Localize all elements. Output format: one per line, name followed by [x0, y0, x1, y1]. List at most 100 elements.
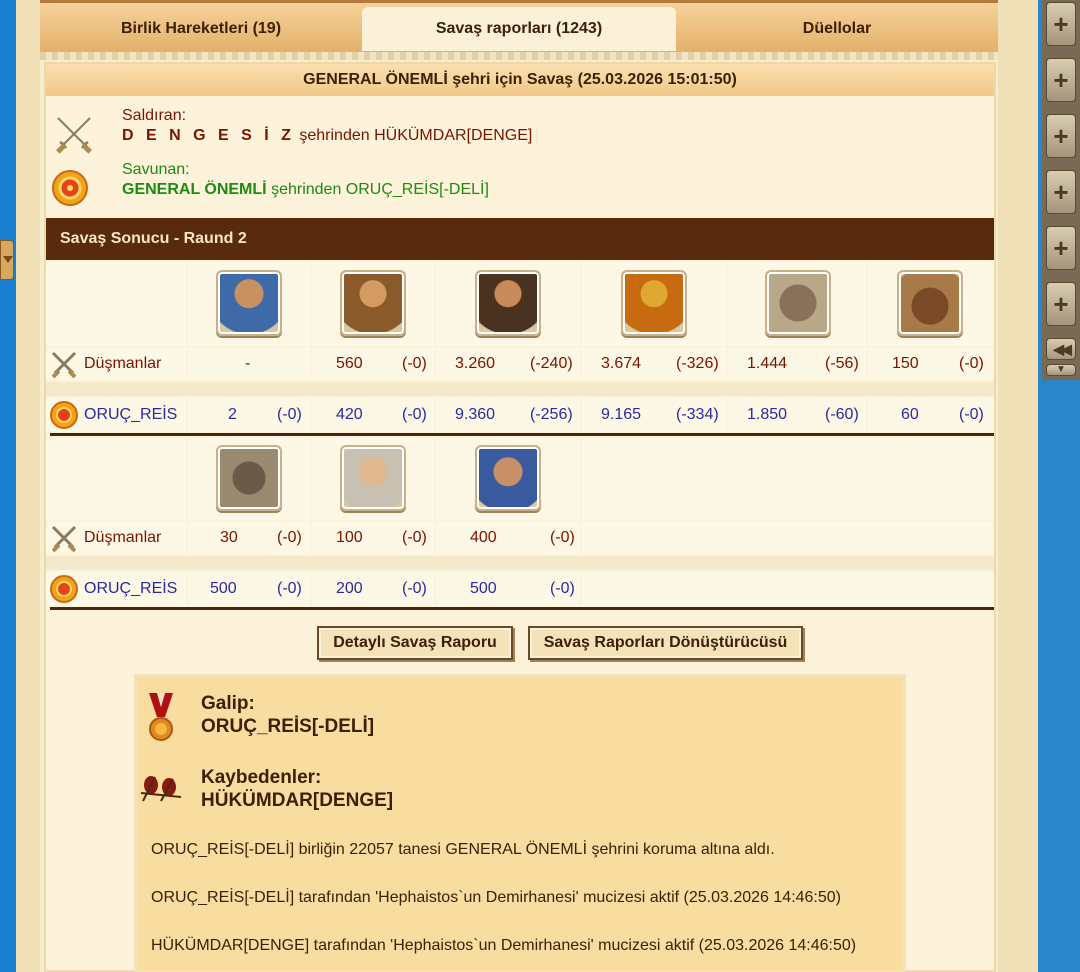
own-count: 500	[470, 580, 497, 597]
shield-icon	[50, 401, 78, 429]
summary-line: ORUÇ_REİS[-DELİ] birliğin 22057 tanesi G…	[151, 841, 775, 858]
shield-icon	[52, 170, 88, 206]
own-row-2: ORUÇ_REİS 500 (-0) 200 (-0) 500 (-0)	[46, 572, 994, 606]
enemy-count: 100	[336, 529, 363, 546]
plus-icon[interactable]: +	[1046, 226, 1076, 270]
report-title: GENERAL ÖNEMLİ şehri için Savaş (25.03.2…	[46, 64, 994, 96]
enemy-count: 400	[470, 529, 497, 546]
plus-icon[interactable]: +	[1046, 58, 1076, 102]
fallen-soldiers-icon	[140, 776, 182, 802]
enemy-loss: (-0)	[402, 355, 427, 372]
siege-tower-unit-icon[interactable]	[216, 445, 282, 511]
crossed-swords-icon	[56, 117, 92, 154]
enemy-loss: (-0)	[550, 529, 575, 546]
own-loss: (-0)	[402, 580, 427, 597]
own-loss: (-60)	[825, 406, 859, 423]
defender-city-link[interactable]: GENERAL ÖNEMLİ	[122, 181, 267, 198]
hoplite-unit-icon[interactable]	[621, 270, 687, 336]
chariot-unit-icon[interactable]	[765, 270, 831, 336]
plus-icon[interactable]: +	[1046, 2, 1076, 46]
own-label: ORUÇ_REİS	[84, 406, 178, 423]
attacker-info: Saldıran: D E N G E S İ Z şehrinden HÜKÜ…	[46, 104, 994, 158]
left-collapse-tab[interactable]	[0, 240, 14, 280]
plus-icon[interactable]: +	[1046, 282, 1076, 326]
defender-role-label: Savunan:	[122, 161, 190, 178]
crossed-swords-icon	[51, 351, 77, 379]
attacker-city-suffix: şehrinden	[299, 127, 370, 144]
left-frame	[0, 0, 40, 972]
medal-icon	[149, 693, 173, 741]
plus-icon[interactable]: +	[1046, 114, 1076, 158]
swordsman-unit-icon[interactable]	[475, 270, 541, 336]
enemy-loss: (-56)	[825, 355, 859, 372]
own-loss: (-256)	[530, 406, 573, 423]
report-converter-button[interactable]: Savaş Raporları Dönüştürücüsü	[528, 626, 803, 660]
losers-label: Kaybedenler:	[201, 767, 322, 788]
battle-result-header: Savaş Sonucu - Raund 2	[46, 218, 994, 260]
enemy-label: Düşmanlar	[84, 355, 162, 372]
cook-unit-icon[interactable]	[475, 445, 541, 511]
own-loss: (-0)	[402, 406, 427, 423]
own-loss: (-0)	[550, 580, 575, 597]
loser-name[interactable]: HÜKÜMDAR[DENGE]	[201, 790, 393, 812]
hoplite-horn-unit-icon[interactable]	[340, 270, 406, 336]
enemy-row-1: Düşmanlar - 560 (-0) 3.260 (-240) 3.674 …	[46, 348, 994, 380]
plus-icon[interactable]: +	[1046, 170, 1076, 214]
detailed-report-button[interactable]: Detaylı Savaş Raporu	[317, 626, 513, 660]
double-chevron-left-icon[interactable]: ◀◀	[1046, 338, 1076, 360]
catapult-unit-icon[interactable]	[897, 270, 963, 336]
attacker-player-link[interactable]: HÜKÜMDAR[DENGE]	[374, 127, 532, 144]
tab-duels[interactable]: Düellolar	[676, 7, 998, 51]
enemy-count: 1.444	[747, 355, 788, 372]
own-loss: (-0)	[277, 580, 302, 597]
divider	[50, 607, 994, 610]
attacker-city-link[interactable]: D E N G E S İ Z	[122, 127, 295, 144]
shield-icon	[50, 575, 78, 603]
enemy-loss: (-0)	[402, 529, 427, 546]
enemy-count: -	[245, 355, 251, 372]
own-count: 420	[336, 406, 363, 423]
philosopher-unit-icon[interactable]	[340, 445, 406, 511]
enemy-loss: (-240)	[530, 355, 573, 372]
own-loss: (-334)	[676, 406, 719, 423]
own-count: 2	[228, 406, 237, 423]
defender-player-link[interactable]: ORUÇ_REİS[-DELİ]	[346, 181, 489, 198]
defender-line: GENERAL ÖNEMLİ şehrinden ORUÇ_REİS[-DELİ…	[122, 181, 489, 199]
own-loss: (-0)	[959, 406, 984, 423]
winner-name[interactable]: ORUÇ_REİS[-DELİ]	[201, 716, 374, 738]
enemy-row-2: Düşmanlar 30 (-0) 100 (-0) 400 (-0)	[46, 522, 994, 554]
chevron-down-icon[interactable]: ▼	[1046, 364, 1076, 376]
divider	[50, 433, 994, 436]
own-count: 500	[210, 580, 237, 597]
summary-line: HÜKÜMDAR[DENGE] tarafından 'Hephaistos`u…	[151, 937, 857, 954]
enemy-count: 3.260	[455, 355, 496, 372]
own-row-1: ORUÇ_REİS 2 (-0) 420 (-0) 9.360 (-256) 9…	[46, 398, 994, 432]
attacker-role-label: Saldıran:	[122, 107, 187, 124]
side-buttons: + + + + + + ◀◀ ▼	[1042, 0, 1080, 380]
enemy-count: 150	[892, 355, 919, 372]
own-loss: (-0)	[277, 406, 302, 423]
decorative-border	[40, 52, 998, 60]
enemy-count: 560	[336, 355, 363, 372]
enemy-loss: (-326)	[676, 355, 719, 372]
own-count: 200	[336, 580, 363, 597]
enemy-label: Düşmanlar	[84, 529, 162, 546]
unit-images-row-1	[46, 262, 994, 346]
unit-images-row-2	[46, 438, 994, 520]
defender-info: Savunan: GENERAL ÖNEMLİ şehrinden ORUÇ_R…	[46, 158, 994, 212]
enemy-count: 3.674	[601, 355, 642, 372]
own-count: 9.360	[455, 406, 496, 423]
tab-battle-reports[interactable]: Savaş raporları (1243)	[362, 7, 676, 51]
enemy-loss: (-0)	[959, 355, 984, 372]
battle-summary: Galip: ORUÇ_REİS[-DELİ] Kaybedenler: HÜK…	[134, 674, 906, 972]
own-count: 9.165	[601, 406, 642, 423]
report-panel: GENERAL ÖNEMLİ şehri için Savaş (25.03.2…	[44, 62, 996, 972]
slinger-unit-icon[interactable]	[216, 270, 282, 336]
own-count: 1.850	[747, 406, 788, 423]
tab-bar: Birlik Hareketleri (19) Savaş raporları …	[40, 0, 998, 52]
own-label: ORUÇ_REİS	[84, 580, 178, 597]
enemy-loss: (-0)	[277, 529, 302, 546]
battle-report-window: Birlik Hareketleri (19) Savaş raporları …	[40, 0, 998, 972]
enemy-count: 30	[220, 529, 238, 546]
tab-unit-movements[interactable]: Birlik Hareketleri (19)	[40, 7, 362, 51]
